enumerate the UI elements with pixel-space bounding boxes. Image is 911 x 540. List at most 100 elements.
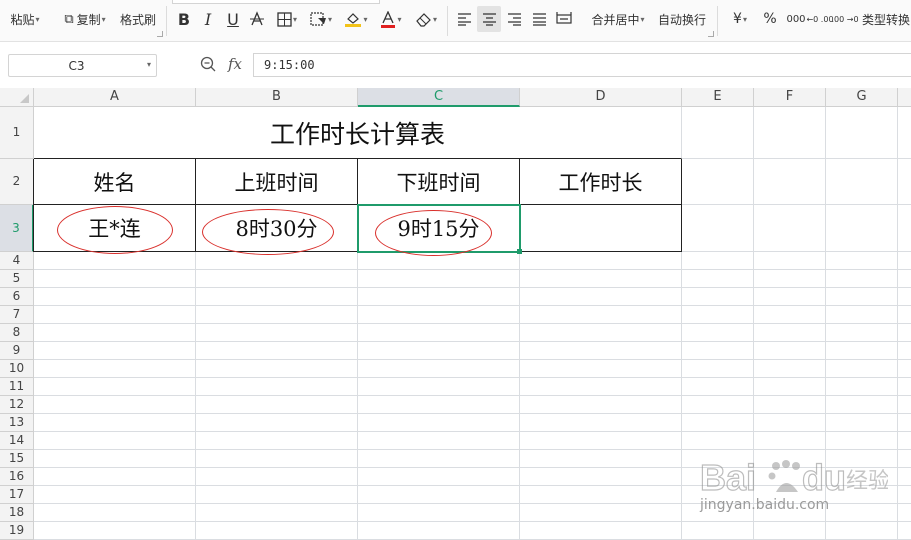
cell[interactable] xyxy=(898,432,911,450)
row-header-9[interactable]: 9 xyxy=(0,342,34,360)
cell[interactable] xyxy=(358,306,520,324)
cell[interactable] xyxy=(682,522,754,540)
cell[interactable] xyxy=(34,360,196,378)
cell[interactable] xyxy=(358,378,520,396)
cell[interactable] xyxy=(682,414,754,432)
cell[interactable] xyxy=(358,504,520,522)
currency-button[interactable]: ¥ ▾ xyxy=(727,0,753,38)
cell[interactable] xyxy=(754,522,826,540)
decrease-decimal-button[interactable]: .00 →0 xyxy=(831,0,858,38)
cell[interactable] xyxy=(898,396,911,414)
cell[interactable] xyxy=(358,414,520,432)
copy-button[interactable]: ⧉ 复制 ▾ xyxy=(56,0,114,38)
strikethrough-button[interactable] xyxy=(247,0,267,38)
data-cell-a3[interactable]: 王*连 xyxy=(33,205,196,252)
cell[interactable] xyxy=(826,159,898,205)
cell[interactable] xyxy=(826,324,898,342)
select-all-corner[interactable] xyxy=(0,88,34,107)
column-header-c[interactable]: C xyxy=(358,88,520,107)
cell[interactable] xyxy=(682,306,754,324)
zoom-search-icon[interactable] xyxy=(200,56,216,76)
cell[interactable] xyxy=(358,468,520,486)
cell[interactable] xyxy=(358,396,520,414)
cell[interactable] xyxy=(34,486,196,504)
cell[interactable] xyxy=(826,360,898,378)
data-cell-c3[interactable]: 9时15分 xyxy=(357,204,521,253)
justify-button[interactable] xyxy=(528,0,550,38)
cell[interactable] xyxy=(520,468,682,486)
cell[interactable] xyxy=(898,324,911,342)
cell[interactable] xyxy=(682,288,754,306)
paste-button[interactable]: 粘贴 ▾ xyxy=(6,0,44,38)
cell[interactable] xyxy=(34,342,196,360)
row-header-10[interactable]: 10 xyxy=(0,360,34,378)
cell[interactable] xyxy=(196,468,358,486)
cell[interactable] xyxy=(754,270,826,288)
alignment-dialog-launcher[interactable] xyxy=(708,31,714,37)
data-cell-d3[interactable] xyxy=(520,205,682,252)
cell[interactable] xyxy=(898,504,911,522)
thousands-button[interactable]: 000 xyxy=(785,0,807,38)
cell[interactable] xyxy=(358,432,520,450)
fill-color-button[interactable]: ▾ xyxy=(341,0,371,38)
cell[interactable] xyxy=(520,360,682,378)
clear-button[interactable]: ▾ xyxy=(411,0,441,38)
cell[interactable] xyxy=(826,522,898,540)
cell[interactable] xyxy=(682,378,754,396)
data-cell-b3[interactable]: 8时30分 xyxy=(196,205,358,252)
cell[interactable] xyxy=(898,450,911,468)
cell[interactable] xyxy=(682,342,754,360)
cell[interactable] xyxy=(196,324,358,342)
cell[interactable] xyxy=(754,414,826,432)
cell[interactable] xyxy=(196,432,358,450)
align-right-button[interactable] xyxy=(503,0,525,38)
cell[interactable] xyxy=(754,252,826,270)
borders-button[interactable]: ▾ xyxy=(272,0,302,38)
cell[interactable] xyxy=(34,414,196,432)
cell[interactable] xyxy=(520,342,682,360)
cell[interactable] xyxy=(196,360,358,378)
cell[interactable] xyxy=(358,324,520,342)
cell[interactable] xyxy=(196,396,358,414)
cell[interactable] xyxy=(196,306,358,324)
cell[interactable] xyxy=(826,288,898,306)
font-color-button[interactable]: ▾ xyxy=(376,0,406,38)
column-header-g[interactable]: G xyxy=(826,88,898,107)
cell[interactable] xyxy=(520,486,682,504)
cell[interactable] xyxy=(196,522,358,540)
cell[interactable] xyxy=(826,378,898,396)
column-header-extra[interactable] xyxy=(898,88,911,107)
cell[interactable] xyxy=(898,378,911,396)
row-header-12[interactable]: 12 xyxy=(0,396,34,414)
cell[interactable] xyxy=(754,360,826,378)
italic-button[interactable]: I xyxy=(199,0,217,38)
cell[interactable] xyxy=(520,396,682,414)
cell[interactable] xyxy=(898,205,911,252)
cell[interactable] xyxy=(826,205,898,252)
column-header-f[interactable]: F xyxy=(754,88,826,107)
cell[interactable] xyxy=(898,270,911,288)
cell[interactable] xyxy=(898,468,911,486)
cell[interactable] xyxy=(754,159,826,205)
header-cell-a[interactable]: 姓名 xyxy=(33,159,196,205)
header-cell-d[interactable]: 工作时长 xyxy=(520,159,682,205)
cell[interactable] xyxy=(358,342,520,360)
cell[interactable] xyxy=(826,396,898,414)
cell[interactable] xyxy=(34,306,196,324)
underline-button[interactable]: U xyxy=(223,0,243,38)
cell[interactable] xyxy=(898,288,911,306)
cell[interactable] xyxy=(196,270,358,288)
column-header-d[interactable]: D xyxy=(520,88,682,107)
row-header-2[interactable]: 2 xyxy=(0,159,34,205)
cell[interactable] xyxy=(520,450,682,468)
cell[interactable] xyxy=(682,252,754,270)
cell[interactable] xyxy=(520,378,682,396)
cell[interactable] xyxy=(826,252,898,270)
header-cell-c[interactable]: 下班时间 xyxy=(358,159,520,205)
row-header-8[interactable]: 8 xyxy=(0,324,34,342)
distribute-button[interactable] xyxy=(553,0,575,38)
cell[interactable] xyxy=(34,270,196,288)
cell[interactable] xyxy=(196,450,358,468)
cell[interactable] xyxy=(520,288,682,306)
clipboard-dialog-launcher[interactable] xyxy=(157,31,163,37)
